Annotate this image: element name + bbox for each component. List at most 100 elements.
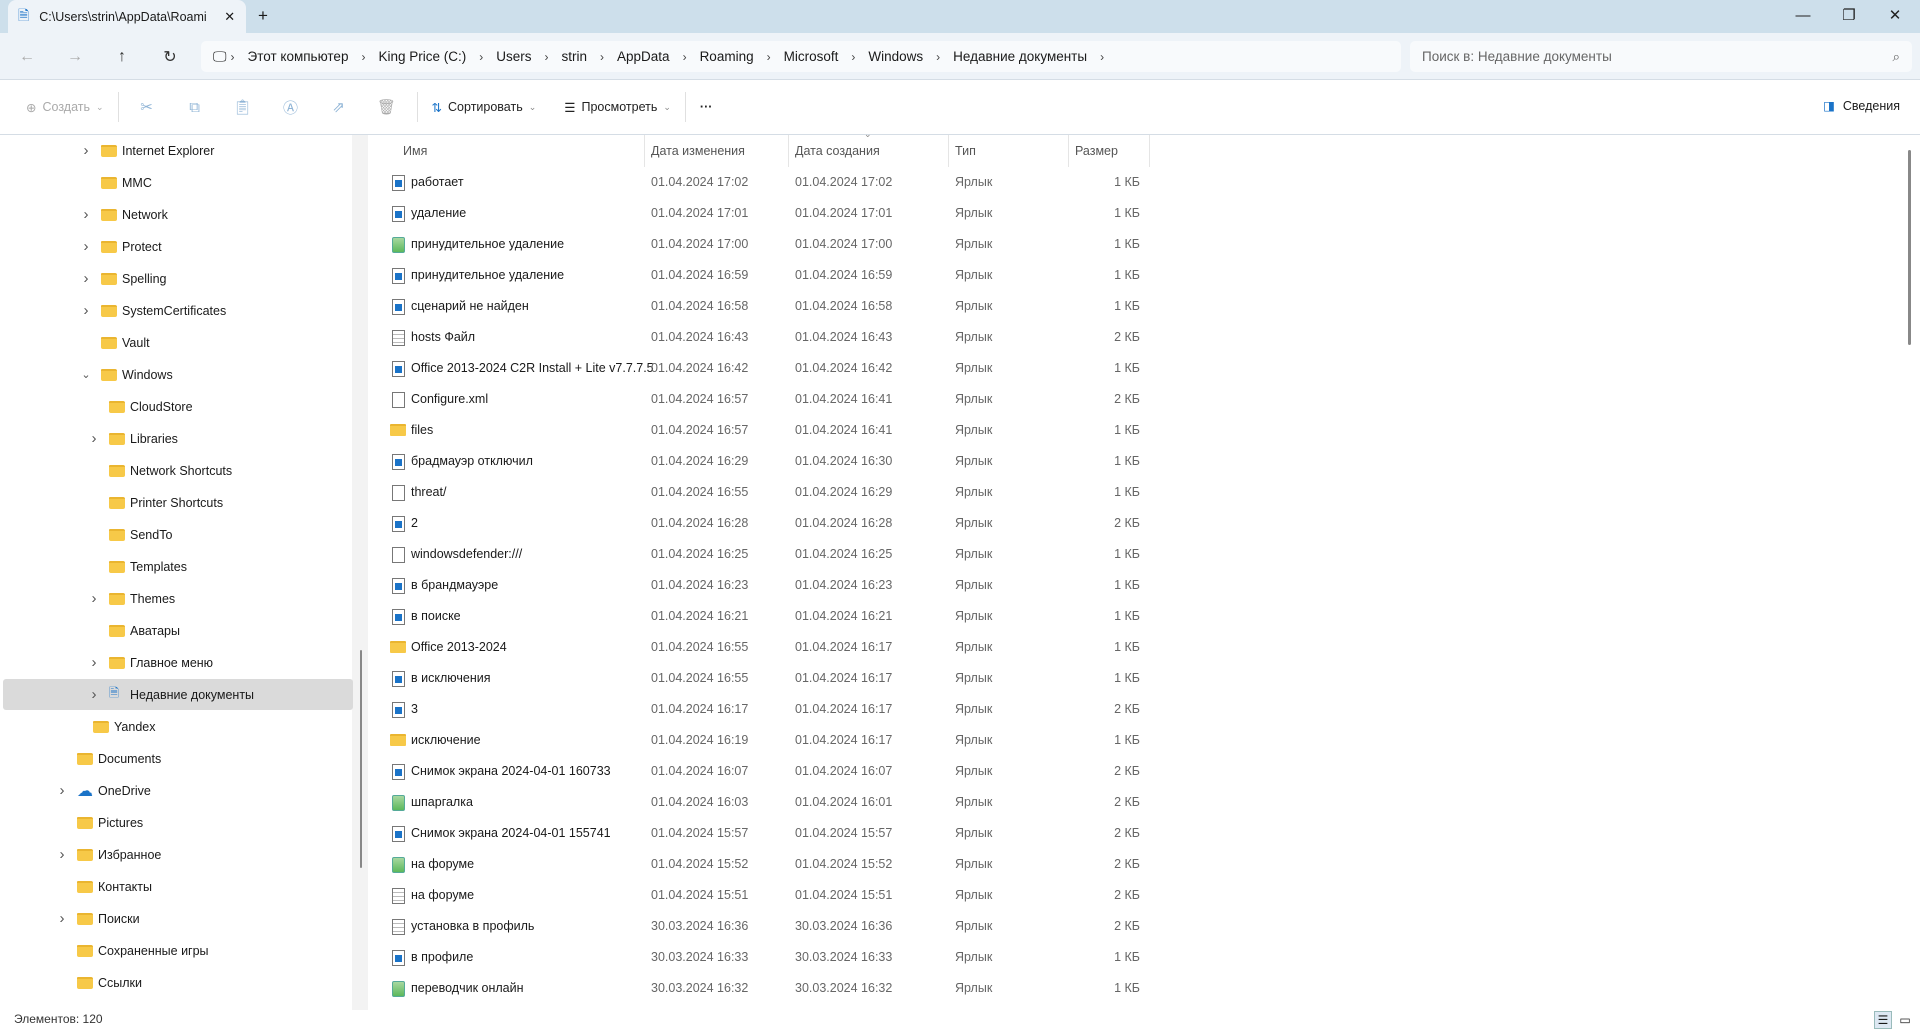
sidebar-item[interactable]: MMC: [3, 167, 353, 198]
sidebar-scrollbar-thumb[interactable]: [360, 650, 362, 868]
close-window-button[interactable]: ✕: [1872, 0, 1918, 30]
file-row[interactable]: на форуме 01.04.2024 15:51 01.04.2024 15:5…: [380, 880, 1150, 911]
breadcrumb-item[interactable]: Недавние документы: [953, 49, 1087, 64]
sidebar-item[interactable]: Network Shortcuts: [3, 455, 353, 486]
chevron-right-icon[interactable]: ›: [88, 654, 100, 671]
file-row[interactable]: Снимок экрана 2024-04-01 155741 01.04.202…: [380, 818, 1150, 849]
paste-icon[interactable]: 📋︎: [229, 98, 257, 116]
tiles-view-icon[interactable]: ▭: [1896, 1011, 1914, 1029]
view-button[interactable]: ☰ Просмотреть ⌄: [558, 91, 677, 123]
breadcrumb-item[interactable]: Microsoft: [784, 49, 839, 64]
chevron-right-icon[interactable]: ›: [1100, 50, 1104, 64]
sidebar-item[interactable]: › Главное меню: [3, 647, 353, 678]
up-icon[interactable]: ↑: [110, 45, 134, 69]
chevron-right-icon[interactable]: ›: [56, 782, 68, 799]
sidebar-item[interactable]: › Network: [3, 199, 353, 230]
chevron-right-icon[interactable]: ›: [80, 270, 92, 287]
breadcrumb-item[interactable]: AppData: [617, 49, 670, 64]
file-row[interactable]: брадмауэр отключил 01.04.2024 16:29 01.04.…: [380, 446, 1150, 477]
sidebar-item[interactable]: › Избранное: [3, 839, 353, 870]
file-row[interactable]: Снимок экрана 2024-04-01 160733 01.04.202…: [380, 756, 1150, 787]
tab-current-folder[interactable]: 🗎 C:\Users\strin\AppData\Roami ✕: [8, 0, 246, 33]
address-bar[interactable]: 🖵 › Этот компьютер › King Price (C:) › Users ›…: [201, 41, 1401, 72]
file-row[interactable]: работает 01.04.2024 17:02 01.04.2024 17:02…: [380, 167, 1150, 198]
breadcrumb-item[interactable]: Этот компьютер: [248, 49, 349, 64]
file-row[interactable]: удаление 01.04.2024 17:01 01.04.2024 17:01…: [380, 198, 1150, 229]
new-tab-button[interactable]: +: [258, 6, 268, 26]
sidebar-item[interactable]: Контакты: [3, 871, 353, 902]
file-row[interactable]: hosts Файл 01.04.2024 16:43 01.04.2024 16:…: [380, 322, 1150, 353]
sidebar-item[interactable]: › SystemCertificates: [3, 295, 353, 326]
breadcrumb-item[interactable]: Windows: [868, 49, 923, 64]
file-row[interactable]: в брандмауэре 01.04.2024 16:23 01.04.2024 …: [380, 570, 1150, 601]
file-row[interactable]: Office 2013-2024 C2R Install + Lite v7.7…: [380, 353, 1150, 384]
file-row[interactable]: windowsdefender:/// 01.04.2024 16:25 01.04…: [380, 539, 1150, 570]
file-row[interactable]: на форуме 01.04.2024 15:52 01.04.2024 15:5…: [380, 849, 1150, 880]
sidebar-item[interactable]: Аватары: [3, 615, 353, 646]
breadcrumb-item[interactable]: King Price (C:): [378, 49, 466, 64]
breadcrumb-item[interactable]: strin: [562, 49, 588, 64]
rename-icon[interactable]: Ⓐ: [277, 97, 305, 118]
chevron-right-icon[interactable]: ›: [56, 846, 68, 863]
file-row[interactable]: исключение 01.04.2024 16:19 01.04.2024 16:…: [380, 725, 1150, 756]
chevron-right-icon[interactable]: ›: [56, 910, 68, 927]
file-row[interactable]: Configure.xml 01.04.2024 16:57 01.04.2024 …: [380, 384, 1150, 415]
file-list-scrollbar-thumb[interactable]: [1908, 150, 1911, 345]
chevron-right-icon[interactable]: ›: [88, 430, 100, 447]
file-row[interactable]: переводчик онлайн 30.03.2024 16:32 30.03.2…: [380, 973, 1150, 1004]
more-button[interactable]: ···: [694, 91, 719, 123]
sidebar-item[interactable]: Documents: [3, 743, 353, 774]
breadcrumb-item[interactable]: Users: [496, 49, 531, 64]
breadcrumb-item[interactable]: Roaming: [700, 49, 754, 64]
delete-icon[interactable]: 🗑︎: [373, 98, 401, 116]
chevron-right-icon[interactable]: ›: [80, 302, 92, 319]
create-button[interactable]: ⊕ Создать ⌄: [20, 91, 110, 123]
chevron-right-icon[interactable]: ›: [80, 238, 92, 255]
sidebar-item[interactable]: › 🗎 Недавние документы: [3, 679, 353, 710]
back-icon[interactable]: ←: [15, 45, 39, 69]
file-row[interactable]: в поиске 01.04.2024 16:21 01.04.2024 16:21…: [380, 601, 1150, 632]
sidebar-item[interactable]: SendTo: [3, 519, 353, 550]
column-type[interactable]: Тип: [949, 135, 1069, 167]
sort-button[interactable]: ⇅ Сортировать ⌄: [426, 91, 543, 123]
sidebar-item[interactable]: › Libraries: [3, 423, 353, 454]
file-row[interactable]: 3 01.04.2024 16:17 01.04.2024 16:17 Ярлык 2 …: [380, 694, 1150, 725]
copy-icon[interactable]: ⧉: [181, 99, 209, 116]
sidebar-item[interactable]: Yandex: [3, 711, 353, 742]
sidebar-item[interactable]: Сохраненные игры: [3, 935, 353, 966]
chevron-right-icon[interactable]: ›: [88, 590, 100, 607]
minimize-button[interactable]: —: [1780, 0, 1826, 30]
sidebar-item[interactable]: Pictures: [3, 807, 353, 838]
file-row[interactable]: сценарий не найден 01.04.2024 16:58 01.04.…: [380, 291, 1150, 322]
sidebar-item[interactable]: Templates: [3, 551, 353, 582]
chevron-right-icon[interactable]: ›: [80, 142, 92, 159]
column-size[interactable]: Размер: [1069, 135, 1150, 167]
chevron-down-icon[interactable]: ⌄: [80, 368, 92, 381]
column-name[interactable]: Имя: [380, 135, 645, 167]
sidebar-item[interactable]: Printer Shortcuts: [3, 487, 353, 518]
file-row[interactable]: files 01.04.2024 16:57 01.04.2024 16:41 Ярл…: [380, 415, 1150, 446]
file-row[interactable]: в профиле 30.03.2024 16:33 30.03.2024 16:3…: [380, 942, 1150, 973]
file-row[interactable]: принудительное удаление 01.04.2024 16:59 0…: [380, 260, 1150, 291]
close-tab-icon[interactable]: ✕: [224, 9, 235, 25]
file-row[interactable]: шпаргалка 01.04.2024 16:03 01.04.2024 16:0…: [380, 787, 1150, 818]
search-input[interactable]: Поиск в: Недавние документы ⌕: [1410, 41, 1912, 72]
file-row[interactable]: установка в профиль 30.03.2024 16:36 30.03…: [380, 911, 1150, 942]
chevron-right-icon[interactable]: ›: [80, 206, 92, 223]
file-row[interactable]: Office 2013-2024 01.04.2024 16:55 01.04.20…: [380, 632, 1150, 663]
forward-icon[interactable]: →: [63, 45, 87, 69]
details-pane-button[interactable]: ◨ Сведения: [1823, 98, 1900, 114]
sidebar-item[interactable]: › Internet Explorer: [3, 135, 353, 166]
sidebar-item[interactable]: Ссылки: [3, 967, 353, 998]
details-view-icon[interactable]: ☰: [1874, 1011, 1892, 1029]
chevron-right-icon[interactable]: ›: [88, 686, 100, 703]
file-row[interactable]: принудительное удаление 01.04.2024 17:00 0…: [380, 229, 1150, 260]
sidebar-item[interactable]: Vault: [3, 327, 353, 358]
refresh-icon[interactable]: ↻: [158, 45, 182, 69]
sidebar-item[interactable]: CloudStore: [3, 391, 353, 422]
cut-icon[interactable]: ✂: [133, 98, 161, 116]
sidebar-item[interactable]: › Поиски: [3, 903, 353, 934]
sidebar-item[interactable]: ⌄ Windows: [3, 359, 353, 390]
file-row[interactable]: 2 01.04.2024 16:28 01.04.2024 16:28 Ярлык 2 …: [380, 508, 1150, 539]
maximize-button[interactable]: ❐: [1826, 0, 1872, 30]
